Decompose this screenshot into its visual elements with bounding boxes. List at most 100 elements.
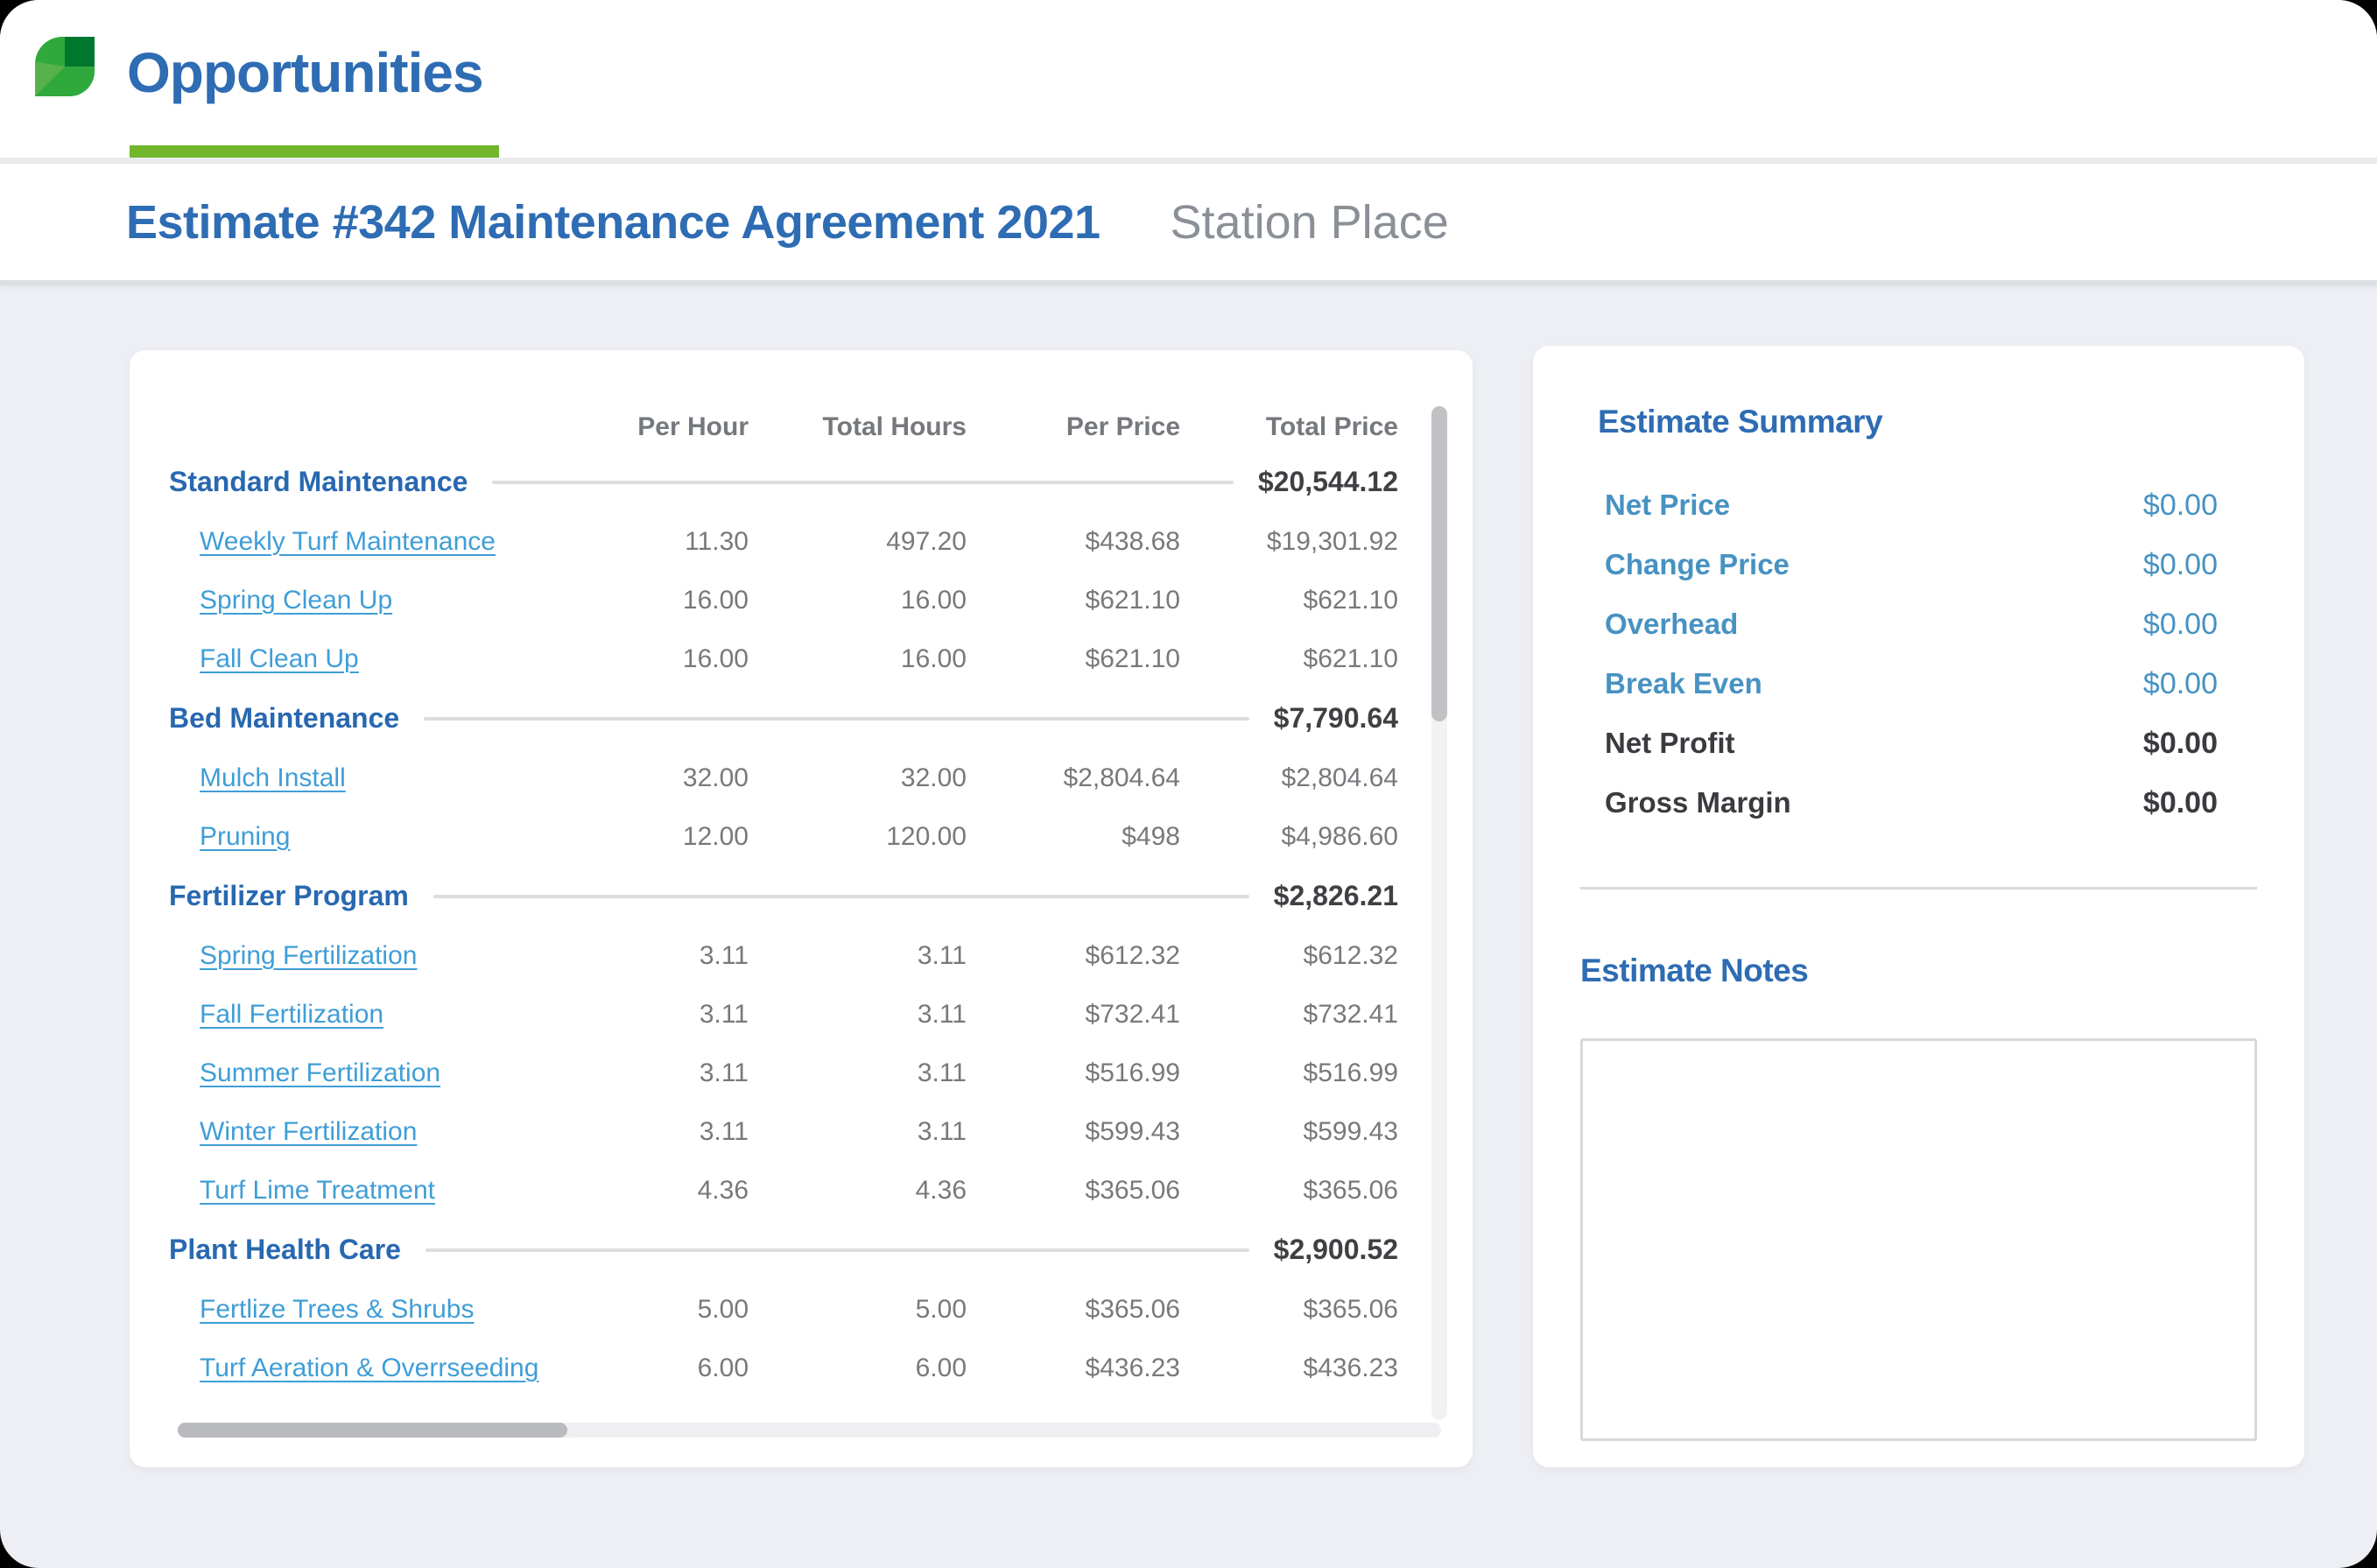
per-price-value: $436.23 (967, 1354, 1180, 1383)
section-total: $7,790.64 (1274, 702, 1398, 735)
section-total: $2,900.52 (1274, 1234, 1398, 1266)
pricing-card: Per Hour Total Hours Per Price Total Pri… (130, 350, 1473, 1467)
vertical-scrollbar[interactable] (1431, 406, 1447, 1420)
column-header-total-price: Total Price (1180, 412, 1398, 442)
per-hour-value: 11.30 (578, 527, 749, 557)
summary-label: Net Profit (1605, 727, 1735, 760)
total-price-value: $436.23 (1180, 1354, 1398, 1383)
summary-row: Change Price $0.00 (1580, 535, 2218, 594)
per-hour-value: 6.00 (578, 1354, 749, 1383)
service-item-link[interactable]: Spring Fertilization (200, 941, 417, 970)
total-hours-value: 3.11 (749, 1058, 967, 1088)
service-item-link[interactable]: Turf Lime Treatment (200, 1176, 435, 1205)
summary-divider (1580, 887, 2257, 889)
estimate-title: Estimate #342 Maintenance Agreement 2021 (126, 195, 1101, 250)
per-price-value: $438.68 (967, 527, 1180, 557)
total-price-value: $4,986.60 (1180, 822, 1398, 852)
summary-row: Net Price$0.00 (1580, 475, 2218, 535)
section-name: Fertilizer Program (169, 880, 409, 912)
service-item-link[interactable]: Fertlize Trees & Shrubs (200, 1295, 474, 1324)
per-price-value: $2,804.64 (967, 763, 1180, 793)
service-item-link[interactable]: Winter Fertilization (200, 1117, 417, 1146)
summary-value: $0.00 (2143, 667, 2218, 701)
total-hours-value: 5.00 (749, 1295, 967, 1325)
summary-label[interactable]: Overhead (1605, 608, 1738, 641)
per-hour-value: 3.11 (578, 1117, 749, 1147)
leaf-logo-icon (35, 37, 95, 96)
table-row: Mulch Install32.0032.00$2,804.64$2,804.6… (169, 749, 1398, 807)
section-name: Standard Maintenance (169, 466, 468, 498)
table-row: Spring Clean Up16.0016.00$621.10$621.10 (169, 571, 1398, 629)
per-price-value: $599.43 (967, 1117, 1180, 1147)
total-hours-value: 6.00 (749, 1354, 967, 1383)
summary-value: $0.00 (2143, 786, 2218, 820)
section-row: Fertilizer Program $2,826.21 (169, 866, 1398, 926)
section-divider-line (492, 481, 1233, 484)
estimate-notes-input[interactable] (1580, 1038, 2257, 1441)
total-hours-value: 4.36 (749, 1176, 967, 1206)
total-price-value: $516.99 (1180, 1058, 1398, 1088)
table-row: Summer Fertilization3.113.11$516.99$516.… (169, 1044, 1398, 1102)
total-price-value: $621.10 (1180, 644, 1398, 674)
table-row: Weekly Turf Maintenance 11.30497.20$438.6… (169, 512, 1398, 571)
per-hour-value: 16.00 (578, 586, 749, 615)
service-item-link[interactable]: Turf Aeration & Overrseeding (200, 1354, 538, 1382)
table-row: Turf Aeration & Overrseeding6.006.00$436… (169, 1339, 1398, 1397)
section-name: Plant Health Care (169, 1234, 401, 1266)
page-title: Opportunities (127, 40, 483, 105)
total-hours-value: 3.11 (749, 1117, 967, 1147)
service-item-link[interactable]: Pruning (200, 822, 290, 851)
horizontal-scrollbar[interactable] (178, 1423, 1441, 1438)
total-hours-value: 497.20 (749, 527, 967, 557)
per-hour-value: 3.11 (578, 1058, 749, 1088)
table-row: Fall Clean Up16.0016.00$621.10$621.10 (169, 629, 1398, 688)
summary-list: Net Price$0.00Change Price$0.00Overhead$… (1580, 475, 2218, 833)
total-price-value: $732.41 (1180, 1000, 1398, 1030)
per-price-value: $516.99 (967, 1058, 1180, 1088)
per-hour-value: 3.11 (578, 1000, 749, 1030)
per-price-value: $621.10 (967, 644, 1180, 674)
total-hours-value: 16.00 (749, 586, 967, 615)
summary-value: $0.00 (2143, 727, 2218, 761)
per-hour-value: 16.00 (578, 644, 749, 674)
active-tab-indicator (130, 145, 499, 158)
summary-label[interactable]: Break Even (1605, 667, 1762, 700)
summary-row: Overhead $0.00 (1580, 594, 2218, 654)
summary-row: Break Even $0.00 (1580, 654, 2218, 714)
section-name: Bed Maintenance (169, 702, 399, 735)
top-bar: Opportunities (0, 0, 2377, 164)
column-header-per-price: Per Price (967, 412, 1180, 442)
summary-row: Gross Margin$0.00 (1580, 773, 2218, 833)
per-price-value: $732.41 (967, 1000, 1180, 1030)
summary-label[interactable]: Net Price (1605, 489, 1730, 522)
total-hours-value: 16.00 (749, 644, 967, 674)
service-item-link[interactable]: Fall Fertilization (200, 1000, 383, 1029)
summary-value: $0.00 (2143, 608, 2218, 642)
table-row: Turf Lime Treatment4.364.36$365.06$365.0… (169, 1161, 1398, 1220)
total-price-value: $599.43 (1180, 1117, 1398, 1147)
service-item-link[interactable]: Fall Clean Up (200, 644, 359, 673)
per-hour-value: 12.00 (578, 822, 749, 852)
summary-label[interactable]: Change Price (1605, 548, 1790, 581)
service-item-link[interactable]: Summer Fertilization (200, 1058, 440, 1087)
summary-row: Net Profit $0.00 (1580, 714, 2218, 773)
table-row: Pruning12.00120.00$498$4,986.60 (169, 807, 1398, 866)
section-total: $20,544.12 (1258, 466, 1398, 498)
table-header-row: Per Hour Total Hours Per Price Total Pri… (169, 403, 1398, 452)
horizontal-scrollbar-thumb[interactable] (178, 1423, 567, 1438)
total-price-value: $2,804.64 (1180, 763, 1398, 793)
summary-value: $0.00 (2143, 548, 2218, 582)
section-row: Plant Health Care $2,900.52 (169, 1220, 1398, 1280)
section-divider-line (424, 717, 1248, 721)
column-header-total-hours: Total Hours (749, 412, 967, 442)
vertical-scrollbar-thumb[interactable] (1431, 406, 1447, 721)
section-total: $2,826.21 (1274, 880, 1398, 912)
service-item-link[interactable]: Mulch Install (200, 763, 346, 792)
per-price-value: $621.10 (967, 586, 1180, 615)
service-item-link[interactable]: Weekly Turf Maintenance (200, 527, 496, 556)
table-row: Winter Fertilization3.113.11$599.43$599.… (169, 1102, 1398, 1161)
pricing-table: Per Hour Total Hours Per Price Total Pri… (169, 403, 1398, 1397)
total-price-value: $621.10 (1180, 586, 1398, 615)
service-item-link[interactable]: Spring Clean Up (200, 586, 392, 615)
per-hour-value: 3.11 (578, 941, 749, 971)
